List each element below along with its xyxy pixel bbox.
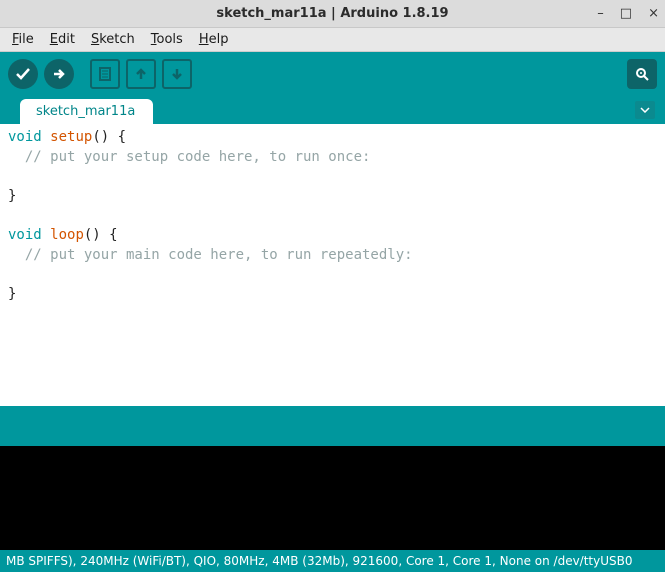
code-comment: // put your main code here, to run repea…	[8, 247, 413, 263]
tab-sketch[interactable]: sketch_mar11a	[20, 99, 153, 124]
code-keyword: void	[8, 129, 42, 145]
arrow-up-icon	[133, 66, 149, 82]
menu-bar: File Edit Sketch Tools Help	[0, 28, 665, 52]
maximize-button[interactable]: □	[620, 7, 632, 20]
message-area	[0, 406, 665, 446]
code-function: loop	[50, 227, 84, 243]
window-titlebar: sketch_mar11a | Arduino 1.8.19 – □ ×	[0, 0, 665, 28]
close-button[interactable]: ×	[648, 7, 659, 20]
window-controls: – □ ×	[597, 0, 659, 27]
upload-button[interactable]	[44, 59, 74, 89]
code-comment: // put your setup code here, to run once…	[8, 149, 370, 165]
status-text: MB SPIFFS), 240MHz (WiFi/BT), QIO, 80MHz…	[6, 554, 633, 568]
save-button[interactable]	[162, 59, 192, 89]
verify-button[interactable]	[8, 59, 38, 89]
open-button[interactable]	[126, 59, 156, 89]
menu-help[interactable]: Help	[193, 30, 235, 49]
tab-menu-button[interactable]	[635, 101, 655, 119]
arrow-down-icon	[169, 66, 185, 82]
menu-sketch[interactable]: Sketch	[85, 30, 141, 49]
menu-edit[interactable]: Edit	[44, 30, 81, 49]
magnifier-icon	[634, 66, 650, 82]
chevron-down-icon	[640, 107, 650, 113]
status-bar: MB SPIFFS), 240MHz (WiFi/BT), QIO, 80MHz…	[0, 550, 665, 572]
new-button[interactable]	[90, 59, 120, 89]
check-icon	[15, 66, 31, 82]
menu-tools[interactable]: Tools	[145, 30, 189, 49]
code-function: setup	[50, 129, 92, 145]
tab-bar: sketch_mar11a	[0, 96, 665, 124]
window-title: sketch_mar11a | Arduino 1.8.19	[216, 6, 448, 21]
code-editor[interactable]: void setup() { // put your setup code he…	[0, 124, 665, 406]
minimize-button[interactable]: –	[597, 7, 604, 20]
arrow-right-icon	[51, 66, 67, 82]
menu-file[interactable]: File	[6, 30, 40, 49]
code-keyword: void	[8, 227, 42, 243]
toolbar	[0, 52, 665, 96]
serial-monitor-button[interactable]	[627, 59, 657, 89]
file-icon	[97, 66, 113, 82]
console[interactable]	[0, 446, 665, 550]
